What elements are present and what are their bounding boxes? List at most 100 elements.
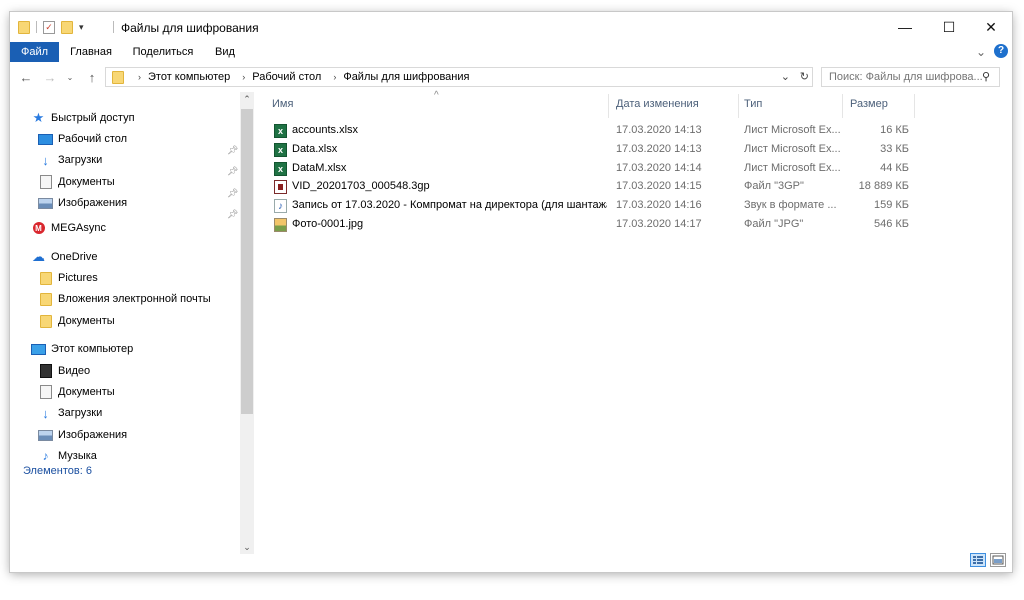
nav-label: Вложения электронной почты bbox=[58, 293, 211, 305]
breadcrumb-current-folder[interactable]: Файлы для шифрования bbox=[343, 71, 469, 83]
column-divider[interactable] bbox=[842, 94, 843, 118]
ribbon-expand-icon[interactable]: ⌄ bbox=[976, 45, 986, 59]
column-header-type[interactable]: Тип bbox=[744, 94, 840, 114]
folder-icon bbox=[38, 271, 53, 285]
file-type: Лист Microsoft Ex... bbox=[744, 124, 840, 136]
title-bar: ✓ ▾ Файлы для шифрования — ☐ ✕ bbox=[10, 12, 1012, 42]
nav-this-pc[interactable]: Этот компьютер bbox=[31, 339, 133, 359]
file-row[interactable]: x DataM.xlsx 17.03.2020 14:14 Лист Micro… bbox=[270, 160, 910, 179]
large-icons-view-button[interactable] bbox=[990, 553, 1006, 567]
breadcrumb-separator-icon[interactable]: › bbox=[242, 72, 245, 82]
explorer-window: ✓ ▾ Файлы для шифрования — ☐ ✕ Файл Глав… bbox=[10, 12, 1012, 572]
file-type: Файл "JPG" bbox=[744, 218, 804, 230]
nav-label: Этот компьютер bbox=[51, 343, 134, 355]
nav-onedrive-documents[interactable]: Документы bbox=[38, 311, 115, 331]
navigation-scrollbar[interactable]: ⌃ ⌄ bbox=[240, 92, 254, 554]
pin-icon[interactable]: 📌︎ bbox=[227, 209, 238, 220]
file-name: DataM.xlsx bbox=[292, 162, 347, 174]
tab-view[interactable]: Вид bbox=[207, 42, 243, 62]
file-row[interactable]: ♪ Запись от 17.03.2020 - Компромат на ди… bbox=[270, 197, 910, 216]
search-input[interactable] bbox=[821, 67, 1000, 87]
nav-onedrive-attachments[interactable]: Вложения электронной почты bbox=[38, 289, 211, 309]
nav-quick-access[interactable]: ★ Быстрый доступ bbox=[31, 108, 135, 128]
documents-icon bbox=[38, 175, 53, 189]
address-history-dropdown-icon[interactable]: ⌄ bbox=[781, 70, 790, 83]
nav-label: Pictures bbox=[58, 272, 98, 284]
close-button[interactable]: ✕ bbox=[968, 12, 1014, 42]
pin-icon[interactable]: 📌︎ bbox=[227, 145, 238, 156]
nav-quick-desktop[interactable]: Рабочий стол bbox=[38, 129, 127, 149]
nav-pc-downloads[interactable]: ↓ Загрузки bbox=[38, 403, 102, 423]
column-divider[interactable] bbox=[914, 94, 915, 118]
nav-pc-pictures[interactable]: Изображения bbox=[38, 425, 127, 445]
nav-pc-music[interactable]: ♪ Музыка bbox=[38, 446, 97, 466]
maximize-button[interactable]: ☐ bbox=[926, 12, 972, 42]
breadcrumb-separator-icon[interactable]: › bbox=[333, 72, 336, 82]
file-type: Лист Microsoft Ex... bbox=[744, 162, 840, 174]
file-name: Фото-0001.jpg bbox=[292, 218, 364, 230]
minimize-icon: — bbox=[898, 19, 912, 35]
breadcrumb-this-pc[interactable]: Этот компьютер bbox=[148, 71, 230, 83]
computer-icon bbox=[31, 342, 46, 356]
download-arrow-icon: ↓ bbox=[42, 152, 49, 168]
tab-share[interactable]: Поделиться bbox=[128, 42, 198, 62]
scrollbar-thumb[interactable] bbox=[241, 109, 253, 414]
nav-label: MEGAsync bbox=[51, 222, 107, 234]
nav-onedrive[interactable]: ☁ OneDrive bbox=[31, 247, 97, 267]
download-arrow-icon: ↓ bbox=[42, 405, 49, 421]
search-icon[interactable]: ⚲ bbox=[982, 70, 990, 83]
scroll-up-icon[interactable]: ⌃ bbox=[240, 92, 254, 106]
up-button[interactable]: ↑ bbox=[82, 67, 102, 87]
properties-icon[interactable]: ✓ bbox=[43, 20, 55, 34]
details-view-button[interactable] bbox=[970, 553, 986, 567]
tab-file[interactable]: Файл bbox=[10, 42, 59, 62]
refresh-icon[interactable]: ↻ bbox=[800, 70, 809, 83]
documents-icon bbox=[38, 385, 53, 399]
back-button[interactable]: ← bbox=[16, 67, 36, 87]
scroll-down-icon[interactable]: ⌄ bbox=[240, 540, 254, 554]
address-bar[interactable]: › Этот компьютер › Рабочий стол › Файлы … bbox=[105, 67, 813, 87]
new-folder-icon[interactable] bbox=[61, 20, 73, 34]
nav-pc-video[interactable]: Видео bbox=[38, 361, 90, 381]
column-divider[interactable] bbox=[608, 94, 609, 118]
customize-toolbar-icon[interactable]: ▾ bbox=[79, 22, 84, 33]
excel-icon: x bbox=[274, 143, 287, 157]
recent-locations-button[interactable]: ⌄ bbox=[60, 67, 80, 87]
toolbar-divider bbox=[36, 21, 37, 33]
nav-onedrive-pictures[interactable]: Pictures bbox=[38, 268, 98, 288]
nav-mega[interactable]: M MEGAsync bbox=[31, 218, 106, 238]
column-header-date[interactable]: Дата изменения bbox=[616, 94, 736, 114]
chevron-down-icon: ⌄ bbox=[66, 72, 74, 82]
nav-quick-downloads[interactable]: ↓ Загрузки bbox=[38, 150, 102, 170]
details-view-icon bbox=[973, 556, 983, 564]
nav-label: Быстрый доступ bbox=[51, 112, 135, 124]
file-row[interactable]: x accounts.xlsx 17.03.2020 14:13 Лист Mi… bbox=[270, 122, 910, 141]
file-date: 17.03.2020 14:16 bbox=[616, 199, 702, 211]
breadcrumb-desktop[interactable]: Рабочий стол bbox=[252, 71, 321, 83]
window-title: Файлы для шифрования bbox=[121, 21, 259, 35]
file-row[interactable]: x Data.xlsx 17.03.2020 14:13 Лист Micros… bbox=[270, 141, 910, 160]
column-divider[interactable] bbox=[738, 94, 739, 118]
tab-home[interactable]: Главная bbox=[63, 42, 119, 62]
forward-button[interactable]: → bbox=[40, 67, 60, 87]
large-icons-view-icon bbox=[992, 555, 1004, 565]
file-date: 17.03.2020 14:15 bbox=[616, 180, 702, 192]
nav-quick-documents[interactable]: Документы bbox=[38, 172, 115, 192]
mega-icon: M bbox=[31, 221, 46, 235]
nav-quick-pictures[interactable]: Изображения bbox=[38, 193, 127, 213]
file-name: Запись от 17.03.2020 - Компромат на дире… bbox=[292, 199, 607, 211]
breadcrumb-separator-icon[interactable]: › bbox=[138, 72, 141, 82]
help-icon[interactable]: ? bbox=[994, 44, 1008, 58]
minimize-button[interactable]: — bbox=[882, 12, 928, 42]
file-row[interactable]: Фото-0001.jpg 17.03.2020 14:17 Файл "JPG… bbox=[270, 216, 910, 235]
file-row[interactable]: VID_20201703_000548.3gp 17.03.2020 14:15… bbox=[270, 178, 910, 197]
nav-label: Рабочий стол bbox=[58, 133, 128, 145]
column-header-name[interactable]: Имя bbox=[272, 94, 607, 114]
pictures-icon bbox=[38, 196, 53, 210]
forward-arrow-icon: → bbox=[43, 69, 57, 85]
nav-pc-documents[interactable]: Документы bbox=[38, 382, 115, 402]
back-arrow-icon: ← bbox=[19, 69, 33, 85]
column-header-size[interactable]: Размер bbox=[850, 94, 910, 114]
pin-icon[interactable]: 📌︎ bbox=[227, 188, 238, 199]
pin-icon[interactable]: 📌︎ bbox=[227, 166, 238, 177]
